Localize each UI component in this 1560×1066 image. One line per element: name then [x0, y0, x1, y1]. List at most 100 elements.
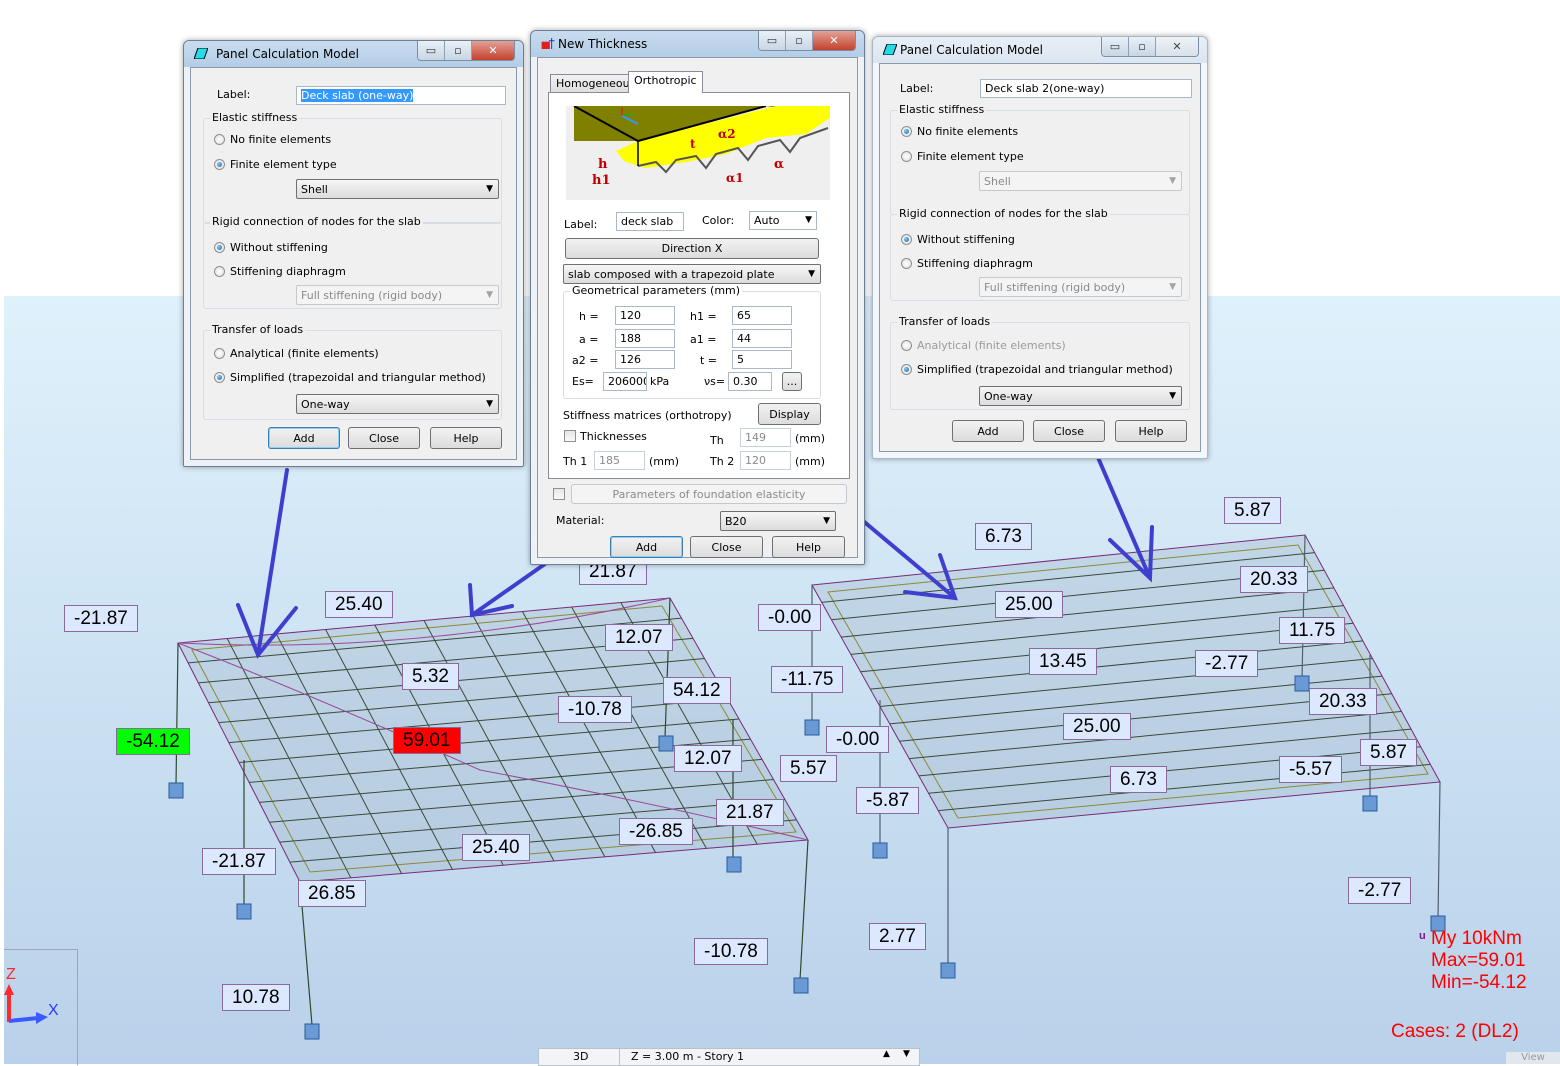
a2-input[interactable]: 126	[615, 350, 675, 369]
display-button[interactable]: Display	[758, 403, 821, 425]
add-button[interactable]: Add	[268, 427, 340, 449]
help-button[interactable]: Help	[1115, 420, 1187, 442]
es-label: Es=	[572, 375, 594, 388]
maximize-button[interactable]: ▫	[444, 41, 471, 60]
value-label: 25.40	[325, 591, 393, 618]
a1-input[interactable]: 44	[732, 329, 792, 348]
material-combo[interactable]: B20 ▼	[720, 511, 836, 531]
help-button[interactable]: Help	[430, 427, 502, 449]
new-thickness-dialog: New Thickness ▭ ▫ ✕ Homogeneous Orthotro…	[530, 30, 865, 565]
finite-element-type-radio[interactable]: Finite element type	[214, 158, 337, 171]
t-input[interactable]: 5	[732, 350, 792, 369]
minimize-button[interactable]: ▭	[418, 41, 444, 60]
help-button[interactable]: Help	[772, 536, 845, 558]
level-down-button[interactable]: ▼	[903, 1049, 910, 1059]
vs-input[interactable]: 0.30	[728, 372, 772, 391]
thickness-icon	[541, 38, 555, 49]
mm-unit: (mm)	[795, 432, 826, 445]
no-finite-elements-radio[interactable]: No finite elements	[901, 125, 1018, 138]
h-input[interactable]: 120	[615, 306, 675, 325]
panel-calculation-dialog-right: Panel Calculation Model ▭ ▫ ✕ Label: Dec…	[872, 36, 1208, 459]
title-bar[interactable]: Panel Calculation Model ▭ ▫ ✕	[184, 41, 523, 67]
fe-type-combo[interactable]: Shell ▼	[296, 179, 499, 199]
value-label: -0.00	[758, 604, 822, 631]
value-label: 5.32	[402, 663, 459, 690]
title-bar[interactable]: Panel Calculation Model ▭ ▫ ✕	[873, 37, 1207, 63]
stiffening-diaphragm-radio[interactable]: Stiffening diaphragm	[901, 257, 1033, 270]
maximize-button[interactable]: ▫	[785, 31, 812, 50]
a-input[interactable]: 188	[615, 329, 675, 348]
color-combo[interactable]: Auto ▼	[749, 211, 817, 230]
slab-type-combo[interactable]: slab composed with a trapezoid plate ▼	[563, 264, 821, 284]
es-unit: kPa	[650, 375, 670, 388]
min-value-label: -54.12	[116, 728, 190, 755]
view-mode[interactable]: 3D	[573, 1050, 588, 1063]
t-label: t =	[700, 354, 718, 367]
more-parameters-button[interactable]: ...	[782, 372, 802, 391]
stiffening-diaphragm-radio[interactable]: Stiffening diaphragm	[214, 265, 346, 278]
close-window-button[interactable]: ✕	[1155, 37, 1198, 56]
value-label: -10.78	[558, 696, 632, 723]
without-stiffening-radio[interactable]: Without stiffening	[214, 241, 328, 254]
foundation-elasticity-checkbox[interactable]	[553, 488, 565, 500]
foundation-elasticity-button[interactable]: Parameters of foundation elasticity	[571, 484, 847, 504]
svg-text:h: h	[598, 157, 608, 172]
rigid-connection-group: Rigid connection of nodes for the slab W…	[203, 215, 502, 309]
level-up-button[interactable]: ▲	[883, 1049, 890, 1059]
th2-input[interactable]: 120	[740, 451, 791, 470]
close-button[interactable]: Close	[690, 536, 763, 558]
value-label: 10.78	[222, 984, 290, 1011]
stiffening-combo[interactable]: Full stiffening (rigid body) ▼	[296, 285, 499, 305]
title-bar[interactable]: New Thickness ▭ ▫ ✕	[531, 31, 864, 57]
direction-x-button[interactable]: Direction X	[565, 238, 819, 259]
close-window-button[interactable]: ✕	[812, 31, 855, 50]
chevron-down-icon: ▼	[1169, 176, 1176, 186]
value-label: -0.00	[826, 726, 890, 753]
add-button[interactable]: Add	[952, 420, 1024, 442]
thickness-label-input[interactable]: deck slab	[616, 212, 684, 231]
elastic-stiffness-group: Elastic stiffness No finite elements Fin…	[203, 111, 502, 224]
view-tab[interactable]: View	[1506, 1052, 1560, 1064]
es-input[interactable]: 206000	[603, 372, 647, 391]
chevron-down-icon: ▼	[1169, 282, 1176, 292]
close-button[interactable]: Close	[348, 427, 420, 449]
label-input[interactable]: Deck slab (one-way)	[296, 86, 506, 105]
minimize-button[interactable]: ▭	[1102, 37, 1128, 56]
fe-type-combo[interactable]: Shell ▼	[979, 171, 1182, 191]
mm-unit: (mm)	[795, 455, 826, 468]
th-input[interactable]: 149	[740, 428, 791, 447]
value-label: 5.87	[1360, 739, 1417, 766]
h1-input[interactable]: 65	[732, 306, 792, 325]
thicknesses-checkbox[interactable]	[564, 430, 576, 442]
panel-calculation-dialog-left: Panel Calculation Model ▭ ▫ ✕ Label: Dec…	[183, 40, 524, 467]
label-caption: Label:	[564, 218, 598, 231]
legend-quantity: My 10kNm	[1431, 928, 1522, 949]
panel-icon	[194, 48, 208, 59]
simplified-radio[interactable]: Simplified (trapezoidal and triangular m…	[901, 363, 1173, 376]
transfer-combo[interactable]: One-way ▼	[979, 386, 1182, 406]
finite-element-type-radio[interactable]: Finite element type	[901, 150, 1024, 163]
no-finite-elements-radio[interactable]: No finite elements	[214, 133, 331, 146]
load-cases-label: Cases: 2 (DL2)	[1391, 1021, 1519, 1042]
maximize-button[interactable]: ▫	[1128, 37, 1155, 56]
th1-input[interactable]: 185	[594, 451, 645, 470]
analytical-radio[interactable]: Analytical (finite elements)	[901, 339, 1066, 352]
simplified-radio[interactable]: Simplified (trapezoidal and triangular m…	[214, 371, 486, 384]
level-indicator[interactable]: Z = 3.00 m - Story 1	[631, 1050, 744, 1063]
add-button[interactable]: Add	[610, 536, 683, 558]
dialog-title: Panel Calculation Model	[216, 47, 359, 61]
minimize-button[interactable]: ▭	[759, 31, 785, 50]
group-title: Elastic stiffness	[210, 111, 300, 124]
tab-orthotropic[interactable]: Orthotropic	[628, 71, 703, 93]
transfer-combo[interactable]: One-way ▼	[296, 394, 499, 414]
stiffening-combo[interactable]: Full stiffening (rigid body) ▼	[979, 277, 1182, 297]
chevron-down-icon: ▼	[1169, 391, 1176, 401]
a2-label: a2 =	[572, 354, 599, 367]
analytical-radio[interactable]: Analytical (finite elements)	[214, 347, 379, 360]
close-button[interactable]: Close	[1033, 420, 1105, 442]
value-label: 54.12	[663, 677, 731, 704]
close-window-button[interactable]: ✕	[471, 41, 514, 60]
label-input[interactable]: Deck slab 2(one-way)	[980, 79, 1192, 98]
without-stiffening-radio[interactable]: Without stiffening	[901, 233, 1015, 246]
stiffness-matrices-label: Stiffness matrices (orthotropy)	[563, 409, 732, 422]
